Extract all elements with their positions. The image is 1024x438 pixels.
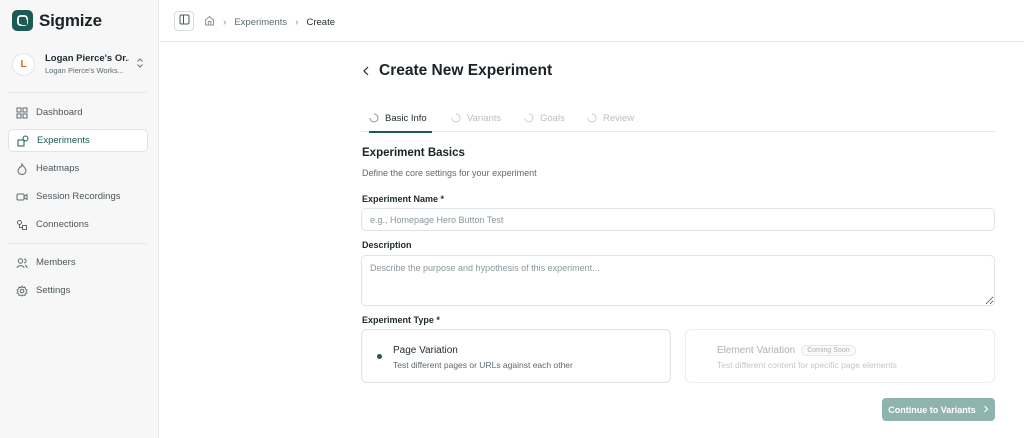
- sidebar-item-label: Heatmaps: [36, 163, 80, 174]
- option-title: Element Variation Coming Soon: [717, 345, 856, 356]
- element-variation-option: Element Variation Coming Soon Test differ…: [685, 329, 995, 383]
- sigmize-logo-icon: [12, 10, 33, 31]
- step-tabs: Basic Info Variants Goals Review: [361, 104, 995, 133]
- tab-goals[interactable]: Goals: [524, 104, 565, 132]
- sidebar-toggle-icon: [179, 12, 190, 30]
- sidebar-divider: [8, 243, 147, 244]
- option-title-text: Element Variation: [717, 345, 796, 356]
- sidebar-item-experiments[interactable]: Experiments: [8, 129, 148, 152]
- chevron-right-icon: ›: [295, 16, 299, 28]
- sidebar-item-label: Experiments: [37, 135, 90, 146]
- step-circle-icon: [369, 113, 379, 123]
- page-title: Create New Experiment: [379, 62, 553, 79]
- video-camera-icon: [16, 191, 28, 203]
- tab-label: Goals: [540, 112, 565, 124]
- tab-variants[interactable]: Variants: [451, 104, 501, 132]
- sidebar-item-label: Dashboard: [36, 107, 83, 118]
- tab-basic-info[interactable]: Basic Info: [369, 104, 432, 133]
- sidebar-item-label: Session Recordings: [36, 191, 121, 202]
- option-title: Page Variation: [393, 345, 458, 356]
- flame-icon: [16, 162, 28, 175]
- breadcrumb: › Experiments › Create: [204, 15, 335, 29]
- tab-review[interactable]: Review: [587, 104, 634, 132]
- sidebar: Sigmize L Logan Pierce's Or... Logan Pie…: [0, 0, 159, 438]
- sidebar-item-label: Members: [36, 257, 76, 268]
- continue-to-variants-button[interactable]: Continue to Variants: [882, 398, 995, 421]
- dashboard-grid-icon: [16, 107, 28, 119]
- experiments-shapes-icon: [17, 135, 29, 147]
- chevron-left-icon: [362, 63, 370, 81]
- description-label: Description: [362, 240, 412, 250]
- sidebar-item-heatmaps[interactable]: Heatmaps: [8, 157, 148, 180]
- sidebar-item-settings[interactable]: Settings: [8, 279, 148, 302]
- sidebar-toggle-button[interactable]: [174, 11, 194, 31]
- option-description: Test different pages or URLs against eac…: [393, 360, 573, 370]
- step-circle-icon: [587, 113, 597, 123]
- back-button[interactable]: [362, 65, 374, 79]
- breadcrumb-experiments-link[interactable]: Experiments: [234, 17, 287, 28]
- tab-label: Basic Info: [385, 112, 427, 124]
- chevron-right-icon: [983, 405, 989, 415]
- members-icon: [16, 257, 28, 269]
- description-textarea[interactable]: [361, 255, 995, 306]
- section-subtitle: Define the core settings for your experi…: [362, 168, 537, 178]
- chevron-up-down-icon: [136, 56, 144, 74]
- sidebar-item-session-recordings[interactable]: Session Recordings: [8, 185, 148, 208]
- gear-icon: [16, 284, 28, 297]
- coming-soon-badge: Coming Soon: [801, 345, 856, 356]
- experiment-name-input[interactable]: [361, 208, 995, 231]
- step-circle-icon: [451, 113, 461, 123]
- org-avatar: L: [12, 52, 35, 76]
- experiment-type-label: Experiment Type *: [362, 315, 440, 325]
- sidebar-item-label: Connections: [36, 219, 89, 230]
- breadcrumb-current: Create: [306, 16, 336, 28]
- sidebar-divider: [8, 92, 147, 93]
- top-bar: › Experiments › Create: [160, 0, 1024, 42]
- option-description: Test different content for specific page…: [717, 360, 897, 370]
- home-icon[interactable]: [204, 15, 215, 29]
- app-logo[interactable]: Sigmize: [12, 10, 102, 31]
- step-circle-icon: [524, 113, 534, 123]
- app-name: Sigmize: [39, 10, 102, 30]
- sidebar-item-label: Settings: [36, 285, 71, 296]
- chevron-right-icon: ›: [223, 16, 227, 28]
- tab-label: Review: [603, 112, 635, 124]
- org-name: Logan Pierce's Or...: [45, 53, 129, 64]
- sidebar-item-members[interactable]: Members: [8, 251, 148, 274]
- sidebar-item-connections[interactable]: Connections: [8, 213, 148, 236]
- button-label: Continue to Variants: [888, 404, 976, 415]
- connections-icon: [16, 219, 28, 231]
- sidebar-item-dashboard[interactable]: Dashboard: [8, 101, 148, 124]
- section-title: Experiment Basics: [362, 147, 465, 159]
- experiment-name-label: Experiment Name *: [362, 194, 445, 204]
- page-variation-option[interactable]: Page Variation Test different pages or U…: [361, 329, 671, 383]
- org-switcher[interactable]: L Logan Pierce's Or... Logan Pierce's Wo…: [12, 50, 148, 78]
- radio-selected-indicator: [377, 354, 382, 359]
- tab-label: Variants: [467, 112, 502, 124]
- workspace-name: Logan Pierce's Works...: [45, 66, 124, 75]
